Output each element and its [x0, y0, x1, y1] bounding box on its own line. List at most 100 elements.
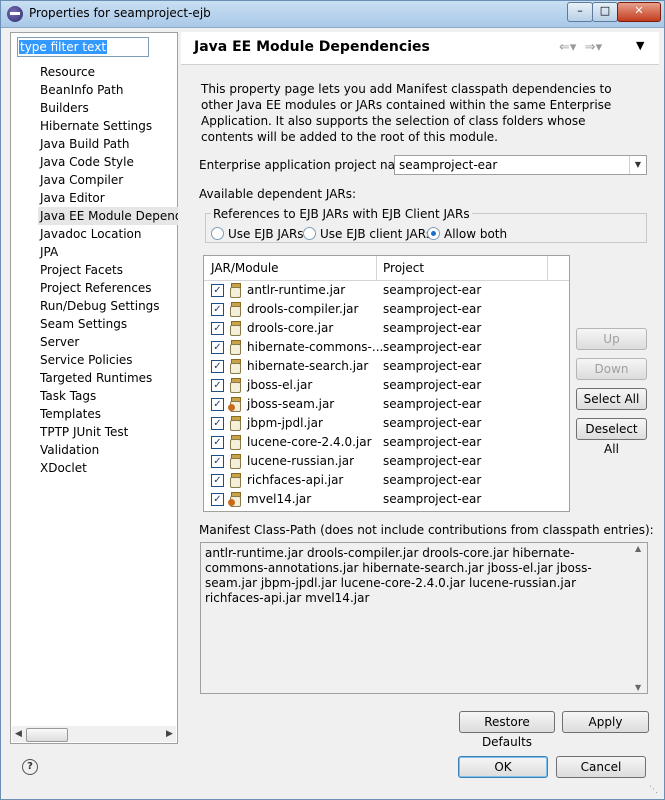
row-checkbox[interactable]: ✓ — [211, 493, 224, 506]
apply-button[interactable]: Apply — [562, 711, 649, 733]
row-checkbox[interactable]: ✓ — [211, 341, 224, 354]
scroll-thumb[interactable] — [26, 728, 68, 742]
manifest-vscrollbar[interactable]: ▲ ▼ — [632, 543, 647, 693]
nav-item[interactable]: Project References — [40, 279, 152, 297]
row-checkbox[interactable]: ✓ — [211, 360, 224, 373]
scroll-right-icon[interactable]: ▶ — [166, 729, 173, 739]
scroll-left-icon[interactable]: ◀ — [15, 729, 22, 739]
nav-item[interactable]: Targeted Runtimes — [40, 369, 152, 387]
row-project: seamproject-ear — [383, 340, 482, 354]
ear-project-combo[interactable]: seamproject-ear ▼ — [394, 155, 647, 175]
row-checkbox[interactable]: ✓ — [211, 417, 224, 430]
row-jar-name: jbpm-jpdl.jar — [247, 416, 323, 430]
nav-item[interactable]: JPA — [40, 243, 58, 261]
nav-item[interactable]: Java Build Path — [40, 135, 129, 153]
resize-grip-icon[interactable]: ⋱ — [649, 785, 658, 795]
table-row[interactable]: ✓ drools-compiler.jar seamproject-ear — [204, 300, 569, 319]
manifest-textarea[interactable]: antlr-runtime.jar drools-compiler.jar dr… — [200, 542, 648, 694]
nav-item[interactable]: Resource — [40, 63, 95, 81]
row-checkbox[interactable]: ✓ — [211, 284, 224, 297]
row-checkbox[interactable]: ✓ — [211, 474, 224, 487]
nav-item[interactable]: BeanInfo Path — [40, 81, 123, 99]
jar-icon — [229, 321, 241, 336]
ear-project-value: seamproject-ear — [399, 158, 498, 172]
cancel-button[interactable]: Cancel — [556, 756, 646, 778]
nav-item[interactable]: Task Tags — [40, 387, 96, 405]
jar-icon — [229, 283, 241, 298]
table-row[interactable]: ✓ lucene-core-2.4.0.jar seamproject-ear — [204, 433, 569, 452]
jar-icon — [229, 378, 241, 393]
nav-item[interactable]: Builders — [40, 99, 89, 117]
nav-item[interactable]: Validation — [40, 441, 99, 459]
nav-item[interactable]: Hibernate Settings — [40, 117, 152, 135]
table-row[interactable]: ✓ jboss-el.jar seamproject-ear — [204, 376, 569, 395]
table-row[interactable]: ✓ richfaces-api.jar seamproject-ear — [204, 471, 569, 490]
help-icon[interactable]: ? — [22, 759, 38, 775]
row-project: seamproject-ear — [383, 283, 482, 297]
table-row[interactable]: ✓ hibernate-search.jar seamproject-ear — [204, 357, 569, 376]
table-row[interactable]: ✓ antlr-runtime.jar seamproject-ear — [204, 281, 569, 300]
table-row[interactable]: ✓ mvel14.jar seamproject-ear — [204, 490, 569, 509]
nav-item[interactable]: Javadoc Location — [40, 225, 141, 243]
select-all-button[interactable]: Select All — [576, 388, 647, 410]
radio-use-ejb-jars[interactable]: Use EJB JARs — [211, 227, 304, 243]
nav-item[interactable]: Service Policies — [40, 351, 133, 369]
nav-item[interactable]: TPTP JUnit Test — [40, 423, 128, 441]
minimize-button[interactable]: – — [567, 2, 593, 22]
jar-icon — [229, 454, 241, 469]
nav-item[interactable]: Java EE Module Dependen — [38, 207, 178, 225]
nav-item[interactable]: Seam Settings — [40, 315, 127, 333]
nav-item[interactable]: Server — [40, 333, 79, 351]
restore-defaults-button[interactable]: Restore Defaults — [459, 711, 555, 749]
nav-item[interactable]: Java Compiler — [40, 171, 123, 189]
radio-allow-both[interactable]: Allow both — [427, 227, 507, 243]
row-checkbox[interactable]: ✓ — [211, 398, 224, 411]
nav-item[interactable]: XDoclet — [40, 459, 87, 477]
jar-icon — [229, 340, 241, 355]
view-menu-icon[interactable]: ▼ — [636, 39, 644, 52]
row-checkbox[interactable]: ✓ — [211, 379, 224, 392]
down-button[interactable]: Down — [576, 358, 647, 380]
up-button[interactable]: Up — [576, 328, 647, 350]
filter-input[interactable]: type filter text — [17, 37, 149, 57]
table-row[interactable]: ✓ jboss-seam.jar seamproject-ear — [204, 395, 569, 414]
deselect-all-button[interactable]: Deselect All — [576, 418, 647, 456]
radio-use-ejb-client-jars[interactable]: Use EJB client JARs — [303, 227, 432, 243]
ok-button[interactable]: OK — [458, 756, 548, 778]
row-project: seamproject-ear — [383, 492, 482, 506]
row-jar-name: richfaces-api.jar — [247, 473, 344, 487]
table-row[interactable]: ✓ drools-core.jar seamproject-ear — [204, 319, 569, 338]
row-checkbox[interactable]: ✓ — [211, 455, 224, 468]
col-project[interactable]: Project — [383, 261, 424, 275]
row-checkbox[interactable]: ✓ — [211, 303, 224, 316]
table-row[interactable]: ✓ jbpm-jpdl.jar seamproject-ear — [204, 414, 569, 433]
table-row[interactable]: ✓ lucene-russian.jar seamproject-ear — [204, 452, 569, 471]
row-project: seamproject-ear — [383, 321, 482, 335]
scroll-up-icon[interactable]: ▲ — [635, 544, 641, 553]
filter-text: type filter text — [19, 40, 108, 54]
row-project: seamproject-ear — [383, 378, 482, 392]
title-bar[interactable]: Properties for seamproject-ejb – □ ✕ — [1, 1, 664, 28]
nav-item[interactable]: Project Facets — [40, 261, 123, 279]
tree-hscrollbar[interactable]: ◀ ▶ — [12, 726, 176, 742]
nav-item[interactable]: Java Code Style — [40, 153, 134, 171]
row-checkbox[interactable]: ✓ — [211, 322, 224, 335]
maximize-button[interactable]: □ — [592, 2, 618, 22]
table-row[interactable]: ✓ hibernate-commons-... seamproject-ear — [204, 338, 569, 357]
chevron-down-icon[interactable]: ▼ — [629, 156, 646, 174]
back-forward-icons[interactable]: ⇐▾ ⇒▾ — [559, 40, 602, 55]
scroll-down-icon[interactable]: ▼ — [635, 683, 641, 692]
window-title: Properties for seamproject-ejb — [29, 6, 211, 20]
jar-icon — [228, 397, 241, 412]
close-button[interactable]: ✕ — [617, 2, 661, 22]
col-jar-module[interactable]: JAR/Module — [211, 261, 279, 275]
manifest-label: Manifest Class-Path (does not include co… — [199, 523, 654, 537]
row-checkbox[interactable]: ✓ — [211, 436, 224, 449]
nav-item[interactable]: Run/Debug Settings — [40, 297, 160, 315]
row-project: seamproject-ear — [383, 454, 482, 468]
manifest-text: antlr-runtime.jar drools-compiler.jar dr… — [205, 546, 592, 605]
nav-item[interactable]: Java Editor — [40, 189, 105, 207]
row-jar-name: lucene-core-2.4.0.jar — [247, 435, 372, 449]
nav-item[interactable]: Templates — [40, 405, 101, 423]
row-project: seamproject-ear — [383, 359, 482, 373]
